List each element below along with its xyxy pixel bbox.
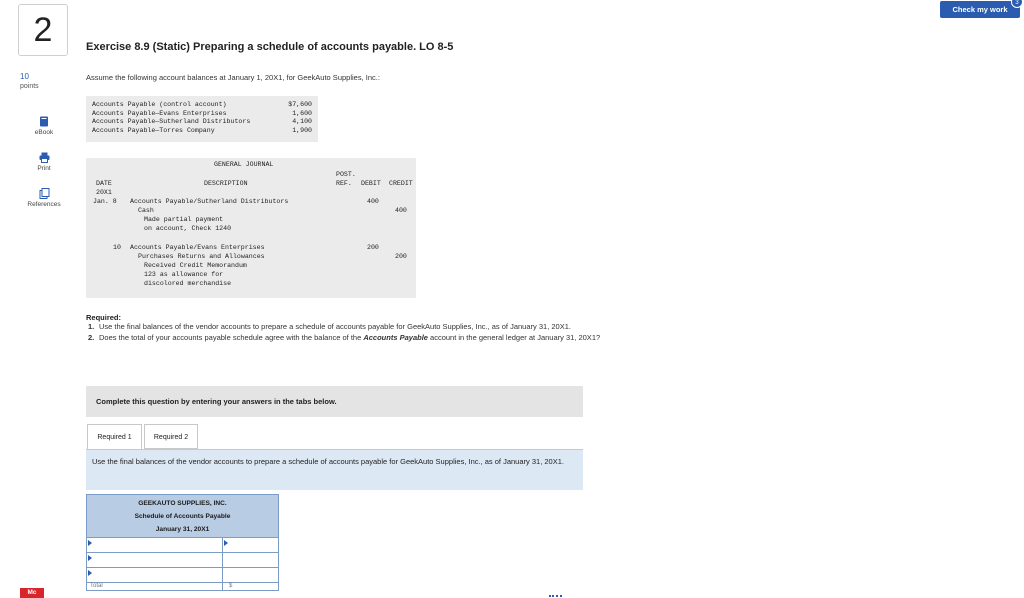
journal-col-post: POST.: [336, 171, 356, 178]
printer-icon: [39, 152, 49, 163]
print-label: Print: [37, 165, 51, 172]
entry1-credit: 400: [395, 207, 407, 214]
journal-col-date: DATE: [96, 180, 112, 187]
total-label: Total: [87, 583, 223, 590]
required-heading: Required:: [86, 313, 122, 322]
dropdown-marker-icon: [224, 540, 228, 546]
book-icon: [40, 116, 48, 127]
entry1-memo: Made partial payment: [144, 216, 224, 223]
complete-instructions: Complete this question by entering your …: [86, 386, 583, 417]
tab-required-1[interactable]: Required 1: [87, 424, 142, 450]
entry2-memo: 123 as allowance for: [144, 271, 224, 278]
references-label: References: [27, 201, 61, 208]
required-item-number: 2.: [88, 332, 95, 342]
mcgraw-hill-logo: Mc: [20, 588, 44, 598]
entry1-debit: 400: [367, 198, 379, 205]
dropdown-marker-icon: [88, 570, 92, 576]
ebook-label: eBook: [34, 129, 54, 136]
schedule-company: GEEKAUTO SUPPLIES, INC.: [138, 500, 227, 507]
vendor-name-input[interactable]: [87, 568, 223, 582]
entry1-debit-account: Accounts Payable/Sutherland Distributors: [130, 198, 289, 205]
entry1-credit-account: Cash: [138, 207, 154, 214]
schedule-table: GEEKAUTO SUPPLIES, INC. Schedule of Acco…: [86, 494, 279, 591]
tab-required-2[interactable]: Required 2: [144, 424, 198, 449]
vendor-name-input[interactable]: [87, 553, 223, 567]
ebook-button[interactable]: eBook: [14, 116, 74, 136]
balance-amount: 1,900: [292, 126, 312, 134]
table-row: [87, 552, 278, 567]
vendor-name-input[interactable]: [87, 538, 223, 552]
required-item: 1. Use the final balances of the vendor …: [88, 322, 633, 332]
exercise-intro: Assume the following account balances at…: [86, 73, 380, 82]
required-list: 1. Use the final balances of the vendor …: [88, 322, 633, 343]
entry2-debit-account: Accounts Payable/Evans Enterprises: [130, 244, 265, 251]
balance-row: Accounts Payable (control account) $7,600: [92, 101, 312, 110]
entry2-memo: discolored merchandise: [144, 280, 232, 287]
references-icon: [39, 188, 49, 199]
points-value: 10: [20, 72, 29, 81]
schedule-title: Schedule of Accounts Payable: [134, 513, 231, 520]
entry1-memo: on account, Check 1240: [144, 225, 232, 232]
required-item-text: Use the final balances of the vendor acc…: [99, 322, 571, 331]
balance-row: Accounts Payable—Torres Company 1,900: [92, 127, 312, 136]
amount-input[interactable]: [223, 568, 278, 582]
dropdown-marker-icon: [88, 555, 92, 561]
schedule-header: GEEKAUTO SUPPLIES, INC. Schedule of Acco…: [87, 495, 278, 537]
check-count-badge: 3: [1011, 0, 1023, 8]
journal-title: GENERAL JOURNAL: [214, 161, 274, 168]
journal-col-credit: CREDIT: [389, 180, 413, 187]
amount-input[interactable]: [223, 538, 278, 552]
entry2-memo: Received Credit Memorandum: [144, 262, 247, 269]
entry2-date: 10: [113, 244, 121, 251]
account-balances: Accounts Payable (control account) $7,600…: [86, 96, 318, 142]
entry2-credit-account: Purchases Returns and Allowances: [138, 253, 265, 260]
pagination-dots: [549, 595, 562, 597]
balance-account: Accounts Payable—Torres Company: [92, 126, 215, 134]
check-my-work-button[interactable]: Check my work: [940, 1, 1020, 18]
dropdown-marker-icon: [88, 540, 92, 546]
journal-year: 20X1: [96, 189, 112, 196]
question-number: 2: [18, 4, 68, 56]
balance-amount: 1,600: [292, 109, 312, 117]
tab-instruction: Use the final balances of the vendor acc…: [86, 449, 583, 490]
table-row: [87, 537, 278, 552]
balance-row: Accounts Payable—Evans Enterprises 1,600: [92, 110, 312, 119]
print-button[interactable]: Print: [14, 152, 74, 172]
required-item-number: 1.: [88, 322, 95, 331]
entry1-date: Jan. 8: [93, 198, 117, 205]
balance-account: Accounts Payable—Sutherland Distributors: [92, 118, 251, 126]
references-button[interactable]: References: [14, 188, 74, 208]
amount-input[interactable]: [223, 553, 278, 567]
balance-row: Accounts Payable—Sutherland Distributors…: [92, 118, 312, 127]
journal-col-description: DESCRIPTION: [204, 180, 248, 187]
points-indicator: 10 points: [20, 72, 39, 92]
journal-col-debit: DEBIT: [361, 180, 381, 187]
journal-col-ref: REF.: [336, 180, 352, 187]
exercise-title: Exercise 8.9 (Static) Preparing a schedu…: [86, 41, 454, 53]
required-item-text: Does the total of your accounts payable …: [99, 332, 601, 342]
required-item: 2. Does the total of your accounts payab…: [88, 333, 633, 343]
balance-account: Accounts Payable—Evans Enterprises: [92, 109, 227, 117]
points-label: points: [20, 83, 39, 90]
table-row: [87, 567, 278, 582]
schedule-date: January 31, 20X1: [155, 526, 210, 533]
balance-amount: 4,100: [292, 118, 312, 126]
total-currency: $: [229, 583, 233, 589]
balance-amount: $7,600: [288, 101, 312, 108]
table-row-partial: Total $: [87, 582, 278, 590]
entry2-debit: 200: [367, 244, 379, 251]
balance-account: Accounts Payable (control account): [92, 101, 227, 108]
general-journal: GENERAL JOURNAL DATE DESCRIPTION POST. R…: [86, 158, 416, 298]
entry2-credit: 200: [395, 253, 407, 260]
